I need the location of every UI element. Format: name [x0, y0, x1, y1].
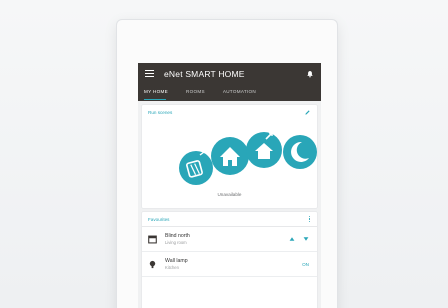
suitcase-icon[interactable] [179, 151, 213, 185]
list-item[interactable]: Wall lamp Kitchen ON [142, 252, 317, 277]
scenes-status: Unavailable [217, 192, 242, 197]
arrow-up-icon[interactable] [289, 236, 295, 242]
tab-my-home[interactable]: MY HOME [144, 84, 168, 94]
tab-bar: MY HOME ROOMS AUTOMATION [138, 84, 321, 101]
favourites-card: Favourites Blind north Living room Wall … [142, 212, 317, 308]
device-info: Blind north Living room [165, 233, 289, 245]
lamp-state-toggle[interactable]: ON [302, 262, 309, 267]
active-tab-indicator [144, 98, 166, 100]
arrow-down-icon[interactable] [303, 236, 309, 242]
list-item[interactable]: Blind north Living room [142, 227, 317, 252]
app-bar: eNet SMART HOME [138, 63, 321, 84]
product-photo: eNet SMART HOME MY HOME ROOMS AUTOMATION… [0, 0, 448, 308]
scenes-card: Run scenes Unavailable [142, 105, 317, 208]
favourites-card-title: Favourites [148, 216, 170, 222]
tab-automation[interactable]: AUTOMATION [223, 84, 256, 94]
blind-icon [148, 235, 157, 243]
device-info: Wall lamp Kitchen [165, 258, 302, 270]
tab-rooms[interactable]: ROOMS [186, 84, 205, 94]
home-icon[interactable] [211, 137, 249, 175]
more-vert-icon[interactable] [308, 215, 311, 223]
bell-icon[interactable] [306, 70, 314, 78]
house-up-icon[interactable] [246, 132, 282, 168]
device-room: Living room [165, 239, 187, 245]
moon-icon[interactable] [283, 135, 317, 169]
menu-icon[interactable] [145, 70, 154, 77]
blind-controls [289, 236, 309, 242]
lamp-icon [149, 260, 156, 268]
touch-screen: eNet SMART HOME MY HOME ROOMS AUTOMATION… [138, 63, 321, 308]
device-room: Kitchen [165, 264, 179, 270]
favourites-card-header: Favourites [142, 212, 317, 227]
app-title: eNet SMART HOME [164, 68, 245, 79]
